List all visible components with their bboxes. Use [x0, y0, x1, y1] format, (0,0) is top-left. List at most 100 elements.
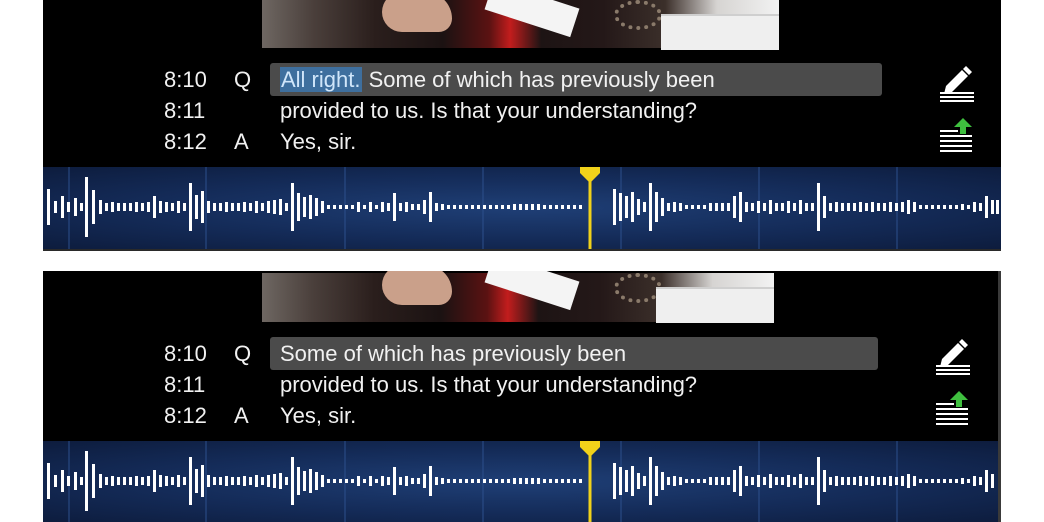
waveform-bar — [177, 475, 180, 487]
waveform-bar — [775, 477, 778, 485]
waveform-bar — [751, 203, 754, 211]
waveform-bar — [877, 477, 880, 485]
line-text[interactable]: All right. Some of which has previously … — [280, 65, 715, 95]
waveform-bar — [996, 200, 999, 214]
waveform-graphic[interactable] — [43, 167, 1001, 249]
waveform-bar — [979, 203, 982, 211]
waveform-bar — [477, 205, 480, 209]
audio-waveform[interactable] — [43, 441, 998, 522]
waveform-bar — [501, 479, 504, 483]
waveform-bar — [54, 201, 57, 213]
waveform-bar — [619, 467, 622, 495]
line-text[interactable]: Some of which has previously been — [280, 339, 626, 369]
waveform-bar — [853, 203, 856, 211]
waveform-bar — [291, 457, 294, 505]
waveform-bar — [183, 203, 186, 211]
waveform-bar — [153, 470, 156, 492]
line-text[interactable]: Yes, sir. — [280, 127, 356, 157]
waveform-bar — [85, 177, 88, 237]
waveform-graphic[interactable] — [43, 441, 998, 522]
waveform-bar — [781, 203, 784, 211]
waveform-bar — [99, 474, 102, 488]
waveform-bar — [357, 476, 360, 486]
waveform-bar — [405, 202, 408, 212]
waveform-bar — [685, 205, 688, 209]
waveform-bar — [973, 202, 976, 212]
audio-waveform[interactable] — [43, 167, 1001, 251]
waveform-bar — [285, 477, 288, 485]
waveform-bar — [327, 479, 330, 483]
waveform-bar — [739, 466, 742, 496]
waveform-bar — [841, 203, 844, 211]
waveform-bar — [159, 475, 162, 487]
waveform-bar — [189, 183, 192, 231]
waveform-bar — [561, 479, 564, 483]
waveform-bar — [285, 203, 288, 211]
waveform-bar — [159, 201, 162, 213]
waveform-bar — [399, 477, 402, 485]
waveform-bar — [393, 193, 396, 221]
waveform-bar — [61, 470, 64, 492]
video-frame[interactable] — [262, 271, 774, 323]
playhead-handle[interactable] — [580, 441, 600, 457]
waveform-bar — [907, 200, 910, 214]
waveform-bar — [171, 477, 174, 485]
waveform-bar — [555, 479, 558, 483]
waveform-bar — [129, 203, 132, 211]
edit-pencil-icon[interactable] — [934, 339, 972, 380]
waveform-bar — [703, 205, 706, 209]
video-frame[interactable] — [262, 0, 779, 50]
waveform-bar — [177, 201, 180, 213]
upload-lines-icon[interactable] — [935, 391, 971, 432]
playhead-handle[interactable] — [580, 167, 600, 183]
waveform-bar — [637, 199, 640, 215]
line-text[interactable]: provided to us. Is that your understandi… — [280, 370, 697, 400]
waveform-bar — [303, 471, 306, 491]
waveform-bar — [507, 479, 510, 483]
waveform-bar — [195, 195, 198, 219]
waveform-bar — [249, 203, 252, 211]
line-text[interactable]: provided to us. Is that your understandi… — [280, 96, 697, 126]
waveform-bar — [531, 204, 534, 210]
waveform-bar — [429, 192, 432, 222]
selected-text[interactable]: All right. — [280, 67, 363, 92]
speaker-marker: Q — [234, 341, 252, 366]
waveform-bar — [54, 475, 57, 487]
waveform-bar — [865, 203, 868, 211]
waveform-bar — [441, 478, 444, 484]
waveform-bar — [339, 479, 342, 483]
waveform-bar — [123, 477, 126, 485]
waveform-bar — [859, 202, 862, 212]
waveform-bar — [123, 203, 126, 211]
waveform-bar — [835, 202, 838, 212]
waveform-bar — [207, 201, 210, 213]
waveform-bar — [141, 203, 144, 211]
line-text[interactable]: Yes, sir. — [280, 401, 356, 431]
waveform-bar — [799, 474, 802, 488]
waveform-bar — [811, 477, 814, 485]
waveform-bar — [513, 204, 516, 210]
waveform-bar — [471, 479, 474, 483]
waveform-bar — [943, 205, 946, 209]
edit-pencil-icon[interactable] — [938, 66, 976, 107]
waveform-bar — [333, 479, 336, 483]
waveform-bar — [165, 202, 168, 212]
video-hand — [382, 0, 452, 32]
waveform-bar — [399, 203, 402, 211]
waveform-bar — [507, 205, 510, 209]
waveform-bar — [733, 196, 736, 218]
waveform-bar — [679, 203, 682, 211]
waveform-bar — [393, 467, 396, 495]
waveform-bar — [721, 203, 724, 211]
waveform-bar — [453, 479, 456, 483]
waveform-bar — [225, 202, 228, 212]
waveform-bar — [129, 477, 132, 485]
upload-lines-icon[interactable] — [939, 118, 975, 159]
waveform-bar — [423, 474, 426, 488]
waveform-bar — [949, 479, 952, 483]
waveform-bar — [405, 476, 408, 486]
waveform-bar — [817, 457, 820, 505]
line-number: 8:11 — [164, 98, 206, 123]
waveform-bar — [727, 203, 730, 211]
waveform-bar — [751, 477, 754, 485]
